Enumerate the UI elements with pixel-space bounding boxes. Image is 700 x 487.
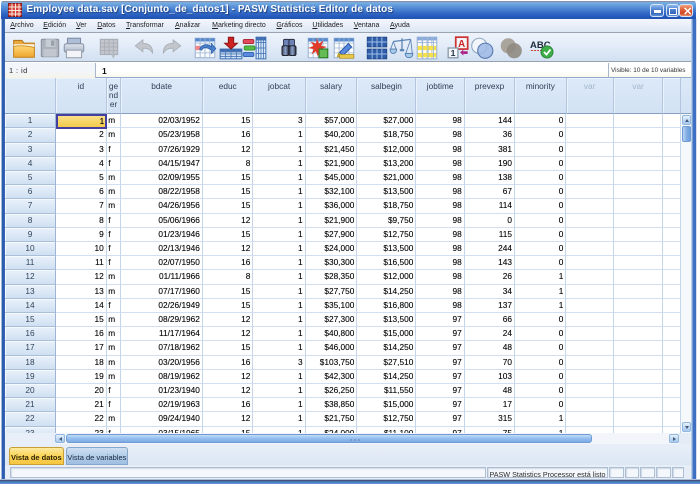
svg-text:1: 1 [451, 48, 456, 58]
svg-text:A: A [458, 38, 465, 49]
